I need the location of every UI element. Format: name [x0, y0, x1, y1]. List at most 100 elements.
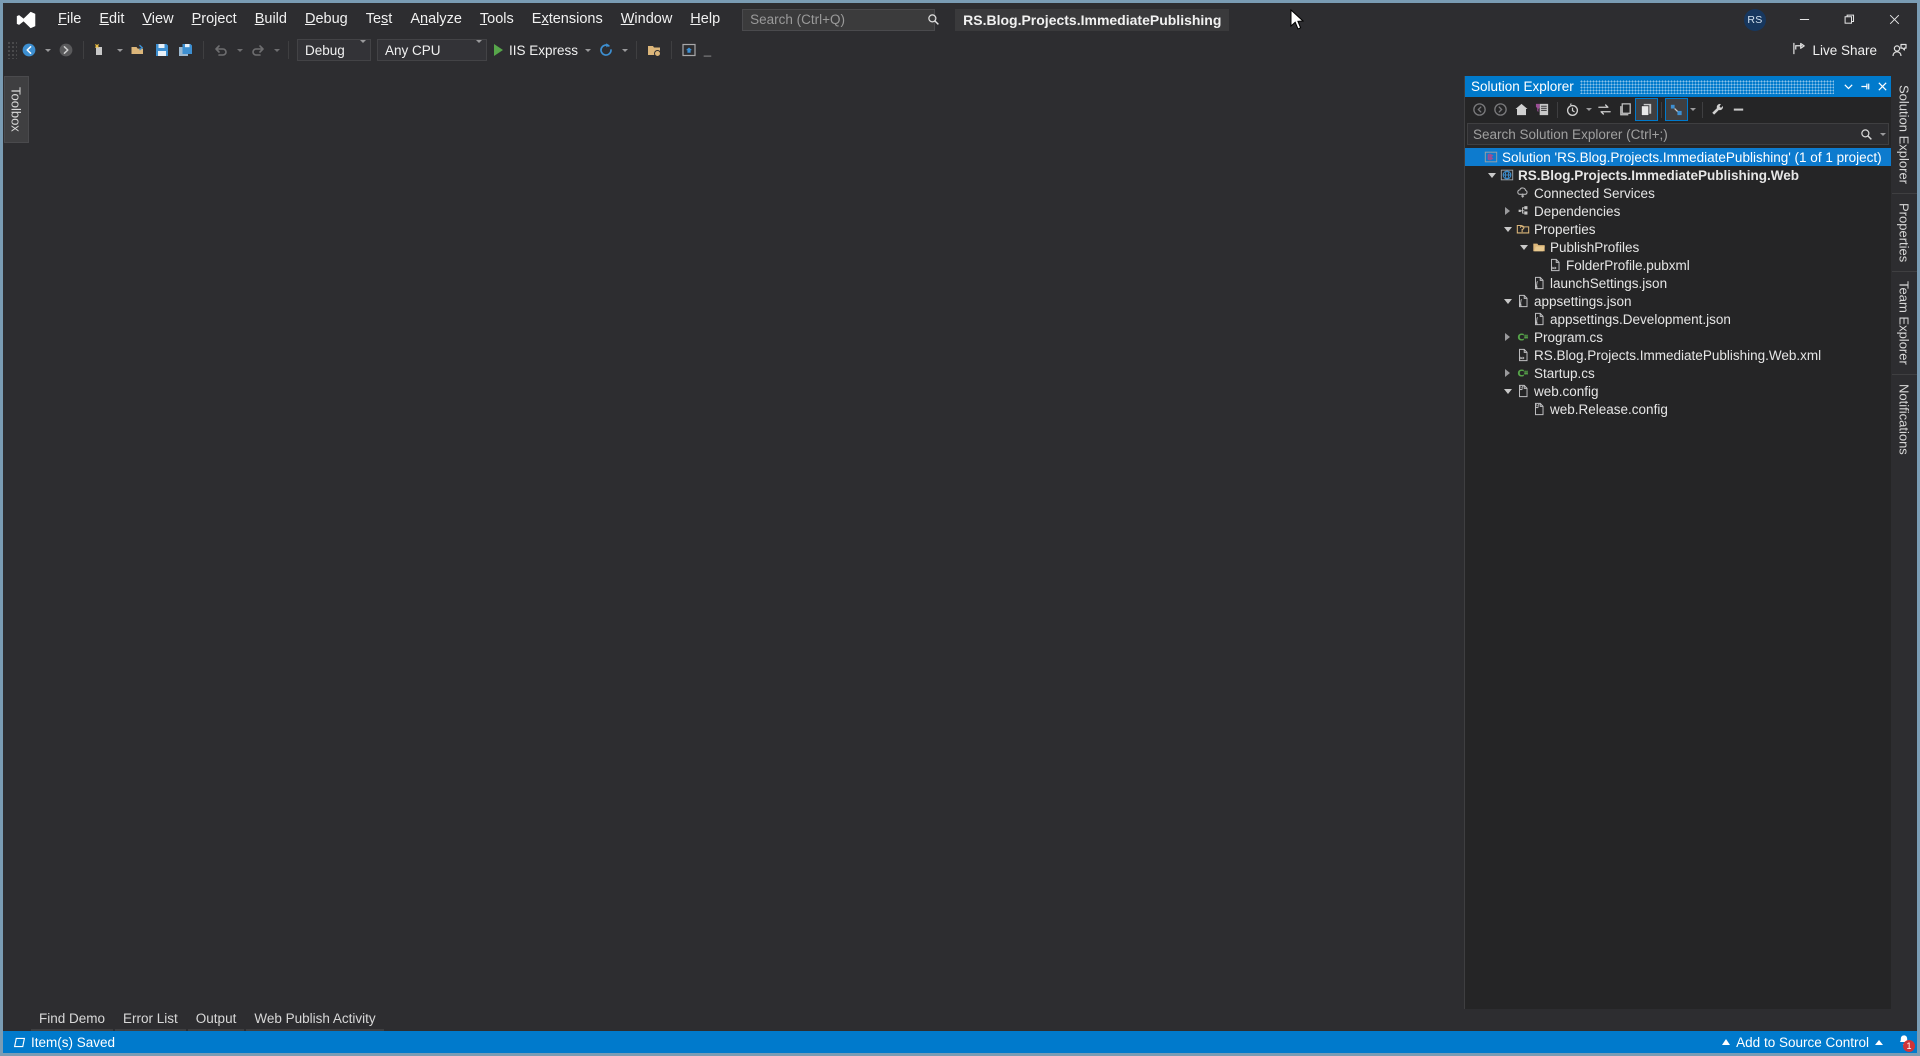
tree-item[interactable]: Connected Services [1465, 184, 1891, 202]
select-browser-icon[interactable] [642, 38, 666, 62]
tree-item[interactable]: RS.Blog.Projects.ImmediatePublishing.Web [1465, 166, 1891, 184]
chevron-right-icon[interactable] [1501, 202, 1514, 220]
solution-explorer-search-box[interactable] [1467, 123, 1889, 145]
solution-explorer-header: Solution Explorer [1465, 76, 1891, 97]
tree-item[interactable]: RS.Blog.Projects.ImmediatePublishing.Web… [1465, 346, 1891, 364]
close-button[interactable] [1872, 3, 1917, 36]
tree-item[interactable]: Properties [1465, 220, 1891, 238]
svg-text:C: C [1517, 369, 1524, 380]
tree-item[interactable]: C Startup.cs [1465, 364, 1891, 382]
chevron-down-icon[interactable] [1501, 382, 1514, 400]
clock-icon[interactable] [1562, 99, 1583, 120]
start-debugging-button[interactable]: IIS Express [490, 38, 581, 62]
tree-item-label: web.Release.config [1550, 401, 1668, 417]
hot-reload-dropdown-icon[interactable] [618, 38, 631, 62]
menu-tools[interactable]: Tools [471, 3, 523, 36]
redo-icon[interactable] [246, 38, 270, 62]
toolbar-overflow-icon[interactable]: _ [701, 38, 714, 62]
sync-icon[interactable] [1594, 99, 1615, 120]
menu-edit[interactable]: Edit [90, 3, 133, 36]
sidebar-item-properties[interactable]: Properties [1891, 193, 1917, 272]
tab-web-publish-activity[interactable]: Web Publish Activity [246, 1010, 384, 1031]
global-search-box[interactable] [742, 8, 940, 31]
navigate-backward-icon[interactable] [17, 38, 41, 62]
collapse-all-icon[interactable] [1665, 98, 1688, 121]
toolbar-grip[interactable] [7, 41, 17, 59]
pending-changes-filter-icon[interactable] [1532, 99, 1553, 120]
arrow-right-circle-icon[interactable] [1490, 99, 1511, 120]
sidebar-item-notifications[interactable]: Notifications [1891, 374, 1917, 464]
pin-icon[interactable] [1857, 76, 1874, 97]
panel-drag-grip[interactable] [1579, 79, 1834, 94]
open-file-icon[interactable] [126, 38, 150, 62]
tab-output[interactable]: Output [187, 1010, 245, 1031]
undo-icon[interactable] [209, 38, 233, 62]
sidebar-item-team-explorer[interactable]: Team Explorer [1891, 271, 1917, 375]
tree-item[interactable]: launchSettings.json [1465, 274, 1891, 292]
collapse-all-dropdown-icon[interactable] [1687, 99, 1698, 120]
solution-platform-dropdown[interactable]: Any CPU [377, 39, 487, 61]
live-preview-icon[interactable] [677, 38, 701, 62]
wrench-icon[interactable] [1707, 99, 1728, 120]
restore-button[interactable] [1827, 3, 1872, 36]
undo-dropdown-icon[interactable] [233, 38, 246, 62]
user-avatar[interactable]: RS [1744, 8, 1766, 31]
add-to-source-control-button[interactable]: Add to Source Control [1714, 1031, 1891, 1053]
save-all-icon[interactable] [174, 38, 198, 62]
save-icon[interactable] [150, 38, 174, 62]
hot-reload-icon[interactable] [594, 38, 618, 62]
redo-dropdown-icon[interactable] [270, 38, 283, 62]
history-dropdown-icon[interactable] [1583, 99, 1594, 120]
chevron-right-icon[interactable] [1501, 364, 1514, 382]
chevron-down-icon[interactable] [1840, 76, 1857, 97]
menu-analyze[interactable]: Analyze [401, 3, 471, 36]
close-icon[interactable] [1874, 76, 1891, 97]
sidebar-item-toolbox[interactable]: Toolbox [3, 76, 29, 143]
solution-search-input[interactable] [1468, 126, 1855, 142]
new-project-icon[interactable] [89, 38, 113, 62]
chevron-down-icon[interactable] [1501, 220, 1514, 238]
tab-find-demo[interactable]: Find Demo [31, 1010, 114, 1031]
search-options-dropdown-icon[interactable] [1877, 124, 1888, 145]
sidebar-item-solution-explorer[interactable]: Solution Explorer [1891, 76, 1917, 193]
menu-view[interactable]: View [133, 3, 182, 36]
tree-item[interactable]: appsettings.Development.json [1465, 310, 1891, 328]
tab-error-list[interactable]: Error List [115, 1010, 186, 1031]
navigate-backward-dropdown-icon[interactable] [41, 38, 54, 62]
chevron-down-icon[interactable] [1517, 238, 1530, 256]
tree-item[interactable]: Dependencies [1465, 202, 1891, 220]
send-feedback-icon[interactable] [1887, 38, 1911, 62]
menu-debug[interactable]: Debug [296, 3, 357, 36]
menu-window[interactable]: Window [612, 3, 682, 36]
menu-extensions[interactable]: Extensions [523, 3, 612, 36]
tree-item[interactable]: PublishProfiles [1465, 238, 1891, 256]
show-all-files-icon[interactable] [1635, 98, 1658, 121]
menu-test[interactable]: Test [357, 3, 402, 36]
new-project-dropdown-icon[interactable] [113, 38, 126, 62]
chevron-right-icon[interactable] [1501, 328, 1514, 346]
navigate-forward-icon[interactable] [54, 38, 78, 62]
tree-item[interactable]: appsettings.json [1465, 292, 1891, 310]
notifications-button[interactable]: 1 [1891, 1031, 1917, 1053]
start-debugging-dropdown-icon[interactable] [581, 38, 594, 62]
search-input[interactable] [743, 12, 928, 27]
solution-configuration-dropdown[interactable]: Debug [297, 39, 371, 61]
menu-project[interactable]: Project [183, 3, 246, 36]
tree-item[interactable]: Solution 'RS.Blog.Projects.ImmediatePubl… [1465, 148, 1891, 166]
arrow-left-circle-icon[interactable] [1469, 99, 1490, 120]
tree-item[interactable]: web.Release.config [1465, 400, 1891, 418]
menu-help[interactable]: Help [681, 3, 729, 36]
preview-icon[interactable] [1728, 99, 1749, 120]
chevron-down-icon[interactable] [1485, 166, 1498, 184]
menu-build[interactable]: Build [246, 3, 296, 36]
home-icon[interactable] [1511, 99, 1532, 120]
tree-item[interactable]: FolderProfile.pubxml [1465, 256, 1891, 274]
properties-icon[interactable] [1615, 99, 1636, 120]
menu-file[interactable]: File [49, 3, 90, 36]
minimize-button[interactable] [1782, 3, 1827, 36]
live-share-button[interactable]: Live Share [1786, 38, 1883, 62]
tree-item[interactable]: web.config [1465, 382, 1891, 400]
chevron-down-icon[interactable] [1501, 292, 1514, 310]
tree-item[interactable]: C Program.cs [1465, 328, 1891, 346]
solution-explorer-tree[interactable]: Solution 'RS.Blog.Projects.ImmediatePubl… [1465, 147, 1891, 1009]
